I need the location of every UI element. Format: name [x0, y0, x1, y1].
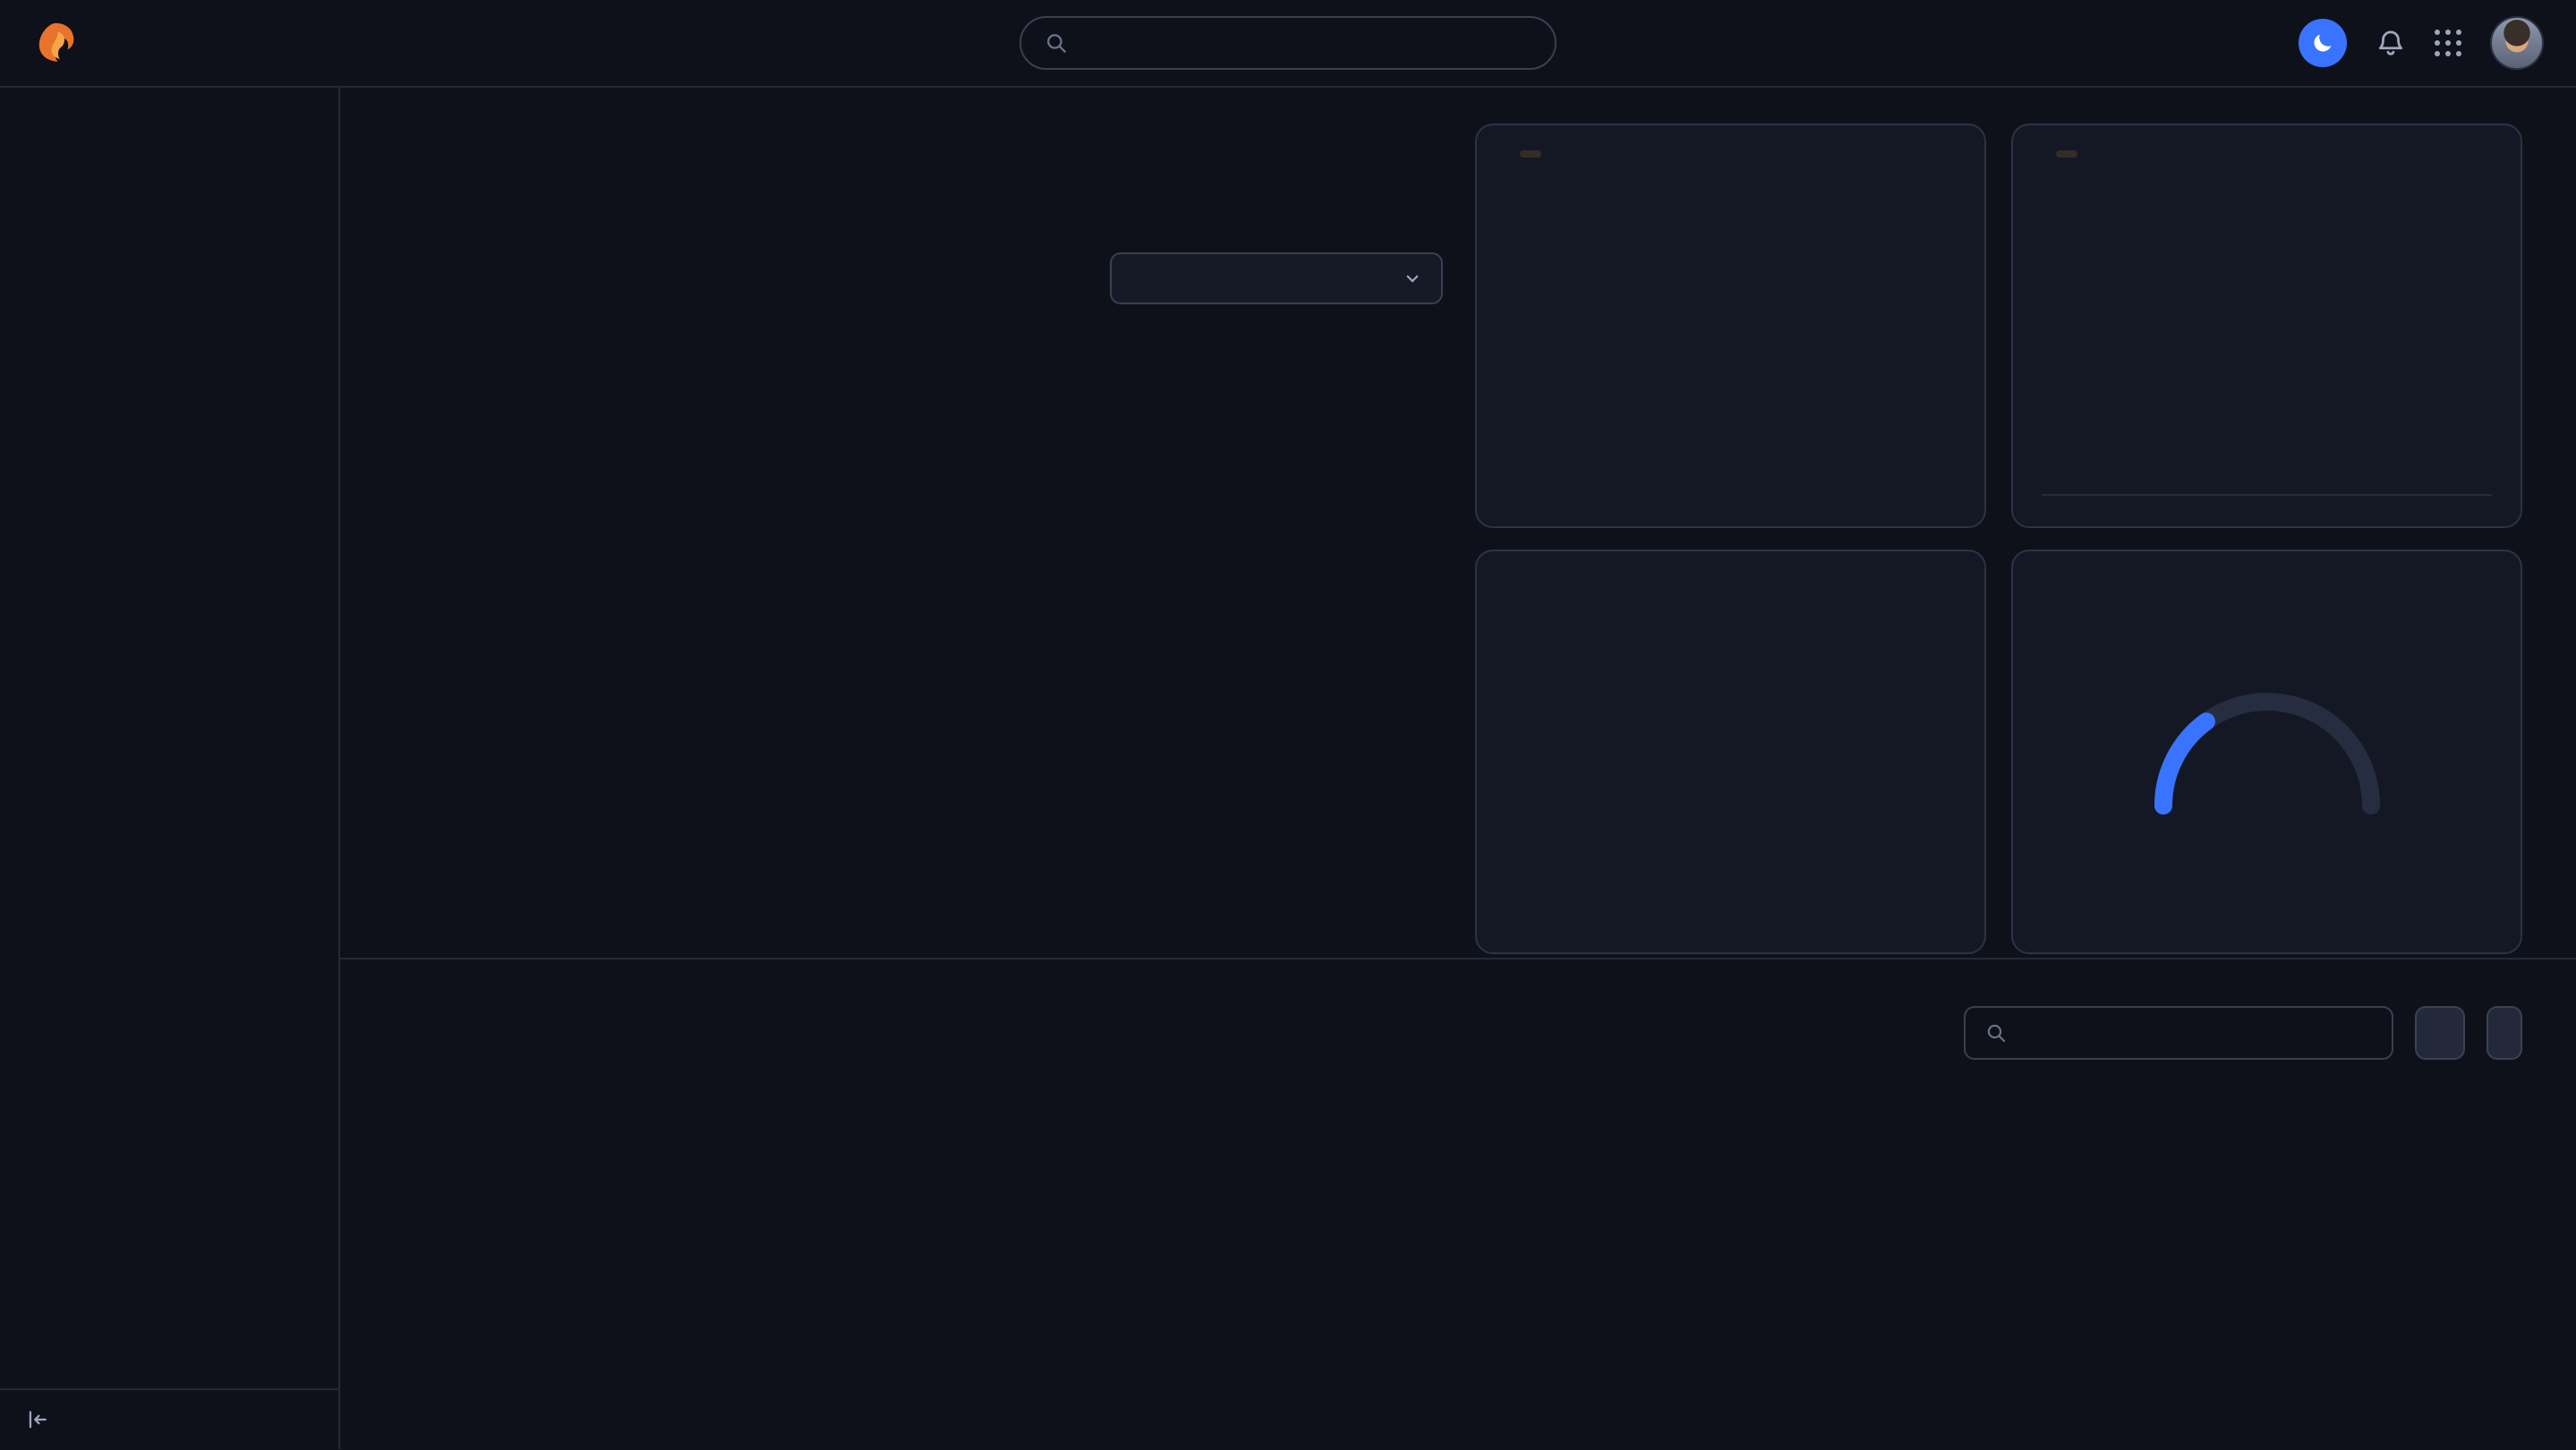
theme-toggle-button[interactable]: [2299, 19, 2347, 67]
paying-card: [2011, 550, 2522, 954]
apps-grid-icon[interactable]: [2435, 30, 2461, 56]
orders-bar-chart: [1588, 251, 1874, 397]
total-sells-chart: [394, 340, 1443, 734]
paying-gauge-chart: [2133, 670, 2401, 820]
navbar-actions: [2299, 16, 2544, 70]
chevron-down-icon: [1402, 268, 1423, 289]
date-range-select[interactable]: [1110, 252, 1443, 304]
new-customers-x-axis: [2042, 494, 2492, 508]
reviews-search-input[interactable]: [2021, 1019, 2372, 1047]
search-icon: [1045, 31, 1068, 55]
more-options-button[interactable]: [2486, 1006, 2522, 1060]
main-content: [340, 88, 2576, 1450]
sidebar: [0, 88, 340, 1449]
latest-reviews-section: [340, 958, 2576, 1060]
reviews-search[interactable]: [1964, 1006, 2393, 1060]
moon-icon: [2310, 30, 2335, 55]
collapsed-view-toggle[interactable]: [0, 1388, 338, 1449]
user-avatar[interactable]: [2490, 16, 2544, 70]
total-orders-card: [1475, 124, 1986, 528]
all-products-button[interactable]: [2415, 1006, 2465, 1060]
search-icon: [1985, 1022, 2007, 1044]
top-navbar: [0, 0, 2576, 88]
trend-badge: [1520, 150, 1541, 158]
new-customers-chart: [2042, 261, 2492, 440]
coupons-donut-chart: [1645, 666, 1817, 838]
trend-badge: [2056, 150, 2077, 158]
collapse-icon: [25, 1407, 50, 1432]
global-search-input[interactable]: [1084, 29, 1531, 57]
top-coupons-card: [1475, 550, 1986, 954]
phoenix-logo-icon: [32, 20, 79, 66]
new-customers-card: [2011, 124, 2522, 528]
global-search[interactable]: [1019, 16, 1557, 70]
notifications-bell-icon[interactable]: [2376, 28, 2406, 58]
brand-logo[interactable]: [32, 20, 93, 66]
